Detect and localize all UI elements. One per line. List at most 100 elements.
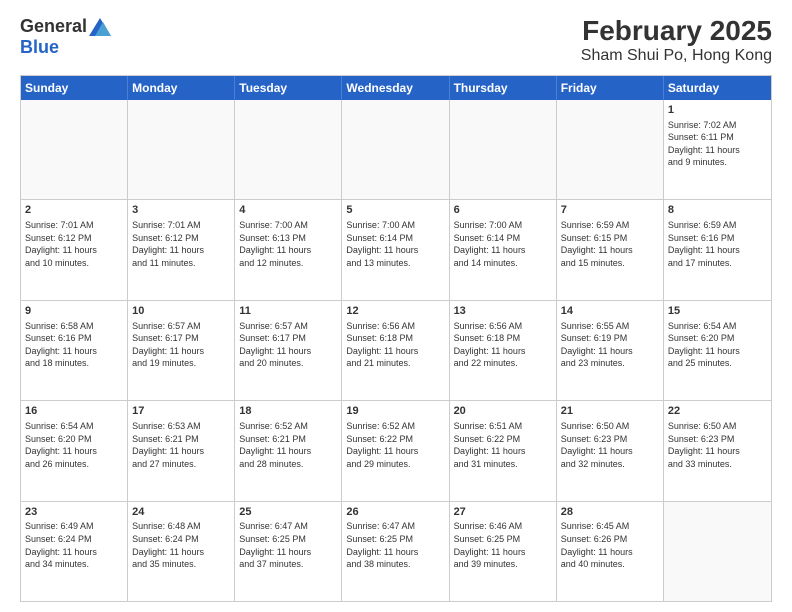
header-sunday: Sunday — [21, 76, 128, 100]
cal-cell-2-4: 13Sunrise: 6:56 AM Sunset: 6:18 PM Dayli… — [450, 301, 557, 400]
day-number: 25 — [239, 505, 337, 520]
day-info: Sunrise: 6:54 AM Sunset: 6:20 PM Dayligh… — [25, 420, 123, 470]
day-info: Sunrise: 6:53 AM Sunset: 6:21 PM Dayligh… — [132, 420, 230, 470]
logo-blue-text: Blue — [20, 37, 59, 58]
day-number: 18 — [239, 404, 337, 419]
day-info: Sunrise: 6:50 AM Sunset: 6:23 PM Dayligh… — [668, 420, 767, 470]
day-number: 5 — [346, 203, 444, 218]
day-number: 7 — [561, 203, 659, 218]
day-info: Sunrise: 6:56 AM Sunset: 6:18 PM Dayligh… — [454, 320, 552, 370]
day-number: 12 — [346, 304, 444, 319]
day-info: Sunrise: 6:45 AM Sunset: 6:26 PM Dayligh… — [561, 520, 659, 570]
calendar-row-4: 23Sunrise: 6:49 AM Sunset: 6:24 PM Dayli… — [21, 501, 771, 601]
day-info: Sunrise: 6:59 AM Sunset: 6:16 PM Dayligh… — [668, 219, 767, 269]
day-info: Sunrise: 6:51 AM Sunset: 6:22 PM Dayligh… — [454, 420, 552, 470]
cal-cell-1-2: 4Sunrise: 7:00 AM Sunset: 6:13 PM Daylig… — [235, 200, 342, 299]
day-number: 10 — [132, 304, 230, 319]
cal-cell-0-2 — [235, 100, 342, 199]
header-friday: Friday — [557, 76, 664, 100]
day-info: Sunrise: 6:46 AM Sunset: 6:25 PM Dayligh… — [454, 520, 552, 570]
cal-cell-1-1: 3Sunrise: 7:01 AM Sunset: 6:12 PM Daylig… — [128, 200, 235, 299]
cal-cell-3-4: 20Sunrise: 6:51 AM Sunset: 6:22 PM Dayli… — [450, 401, 557, 500]
day-number: 9 — [25, 304, 123, 319]
day-info: Sunrise: 6:47 AM Sunset: 6:25 PM Dayligh… — [239, 520, 337, 570]
day-number: 17 — [132, 404, 230, 419]
header-wednesday: Wednesday — [342, 76, 449, 100]
cal-cell-0-6: 1Sunrise: 7:02 AM Sunset: 6:11 PM Daylig… — [664, 100, 771, 199]
day-info: Sunrise: 6:49 AM Sunset: 6:24 PM Dayligh… — [25, 520, 123, 570]
day-number: 23 — [25, 505, 123, 520]
calendar-row-1: 2Sunrise: 7:01 AM Sunset: 6:12 PM Daylig… — [21, 199, 771, 299]
cal-cell-1-5: 7Sunrise: 6:59 AM Sunset: 6:15 PM Daylig… — [557, 200, 664, 299]
calendar-row-2: 9Sunrise: 6:58 AM Sunset: 6:16 PM Daylig… — [21, 300, 771, 400]
header-tuesday: Tuesday — [235, 76, 342, 100]
cal-cell-2-3: 12Sunrise: 6:56 AM Sunset: 6:18 PM Dayli… — [342, 301, 449, 400]
cal-cell-2-0: 9Sunrise: 6:58 AM Sunset: 6:16 PM Daylig… — [21, 301, 128, 400]
day-info: Sunrise: 7:01 AM Sunset: 6:12 PM Dayligh… — [25, 219, 123, 269]
logo: General Blue — [20, 16, 111, 58]
cal-cell-4-2: 25Sunrise: 6:47 AM Sunset: 6:25 PM Dayli… — [235, 502, 342, 601]
day-number: 16 — [25, 404, 123, 419]
day-info: Sunrise: 6:57 AM Sunset: 6:17 PM Dayligh… — [239, 320, 337, 370]
day-number: 15 — [668, 304, 767, 319]
day-info: Sunrise: 7:00 AM Sunset: 6:14 PM Dayligh… — [454, 219, 552, 269]
day-number: 11 — [239, 304, 337, 319]
cal-cell-4-5: 28Sunrise: 6:45 AM Sunset: 6:26 PM Dayli… — [557, 502, 664, 601]
logo-general-text: General — [20, 16, 87, 37]
day-number: 19 — [346, 404, 444, 419]
cal-cell-3-3: 19Sunrise: 6:52 AM Sunset: 6:22 PM Dayli… — [342, 401, 449, 500]
day-info: Sunrise: 6:48 AM Sunset: 6:24 PM Dayligh… — [132, 520, 230, 570]
day-info: Sunrise: 7:00 AM Sunset: 6:14 PM Dayligh… — [346, 219, 444, 269]
cal-cell-1-3: 5Sunrise: 7:00 AM Sunset: 6:14 PM Daylig… — [342, 200, 449, 299]
cal-cell-2-2: 11Sunrise: 6:57 AM Sunset: 6:17 PM Dayli… — [235, 301, 342, 400]
cal-cell-4-4: 27Sunrise: 6:46 AM Sunset: 6:25 PM Dayli… — [450, 502, 557, 601]
day-info: Sunrise: 6:56 AM Sunset: 6:18 PM Dayligh… — [346, 320, 444, 370]
day-info: Sunrise: 6:55 AM Sunset: 6:19 PM Dayligh… — [561, 320, 659, 370]
cal-cell-3-5: 21Sunrise: 6:50 AM Sunset: 6:23 PM Dayli… — [557, 401, 664, 500]
day-number: 26 — [346, 505, 444, 520]
day-number: 13 — [454, 304, 552, 319]
header-thursday: Thursday — [450, 76, 557, 100]
cal-cell-3-6: 22Sunrise: 6:50 AM Sunset: 6:23 PM Dayli… — [664, 401, 771, 500]
cal-cell-2-5: 14Sunrise: 6:55 AM Sunset: 6:19 PM Dayli… — [557, 301, 664, 400]
day-number: 6 — [454, 203, 552, 218]
cal-cell-2-6: 15Sunrise: 6:54 AM Sunset: 6:20 PM Dayli… — [664, 301, 771, 400]
day-number: 2 — [25, 203, 123, 218]
cal-cell-1-0: 2Sunrise: 7:01 AM Sunset: 6:12 PM Daylig… — [21, 200, 128, 299]
day-number: 21 — [561, 404, 659, 419]
title-block: February 2025 Sham Shui Po, Hong Kong — [581, 16, 772, 65]
calendar: Sunday Monday Tuesday Wednesday Thursday… — [20, 75, 772, 602]
day-number: 24 — [132, 505, 230, 520]
day-number: 22 — [668, 404, 767, 419]
header-saturday: Saturday — [664, 76, 771, 100]
day-info: Sunrise: 6:54 AM Sunset: 6:20 PM Dayligh… — [668, 320, 767, 370]
calendar-header: Sunday Monday Tuesday Wednesday Thursday… — [21, 76, 771, 100]
cal-cell-4-0: 23Sunrise: 6:49 AM Sunset: 6:24 PM Dayli… — [21, 502, 128, 601]
cal-cell-0-1 — [128, 100, 235, 199]
day-number: 3 — [132, 203, 230, 218]
cal-cell-0-4 — [450, 100, 557, 199]
day-number: 28 — [561, 505, 659, 520]
day-number: 14 — [561, 304, 659, 319]
day-info: Sunrise: 6:58 AM Sunset: 6:16 PM Dayligh… — [25, 320, 123, 370]
day-info: Sunrise: 7:02 AM Sunset: 6:11 PM Dayligh… — [668, 119, 767, 169]
header-monday: Monday — [128, 76, 235, 100]
day-number: 4 — [239, 203, 337, 218]
cal-cell-2-1: 10Sunrise: 6:57 AM Sunset: 6:17 PM Dayli… — [128, 301, 235, 400]
day-info: Sunrise: 7:01 AM Sunset: 6:12 PM Dayligh… — [132, 219, 230, 269]
calendar-body: 1Sunrise: 7:02 AM Sunset: 6:11 PM Daylig… — [21, 100, 771, 601]
page: General Blue February 2025 Sham Shui Po,… — [0, 0, 792, 612]
day-info: Sunrise: 7:00 AM Sunset: 6:13 PM Dayligh… — [239, 219, 337, 269]
day-number: 20 — [454, 404, 552, 419]
cal-cell-4-3: 26Sunrise: 6:47 AM Sunset: 6:25 PM Dayli… — [342, 502, 449, 601]
cal-cell-3-2: 18Sunrise: 6:52 AM Sunset: 6:21 PM Dayli… — [235, 401, 342, 500]
title-location: Sham Shui Po, Hong Kong — [581, 47, 772, 65]
cal-cell-4-1: 24Sunrise: 6:48 AM Sunset: 6:24 PM Dayli… — [128, 502, 235, 601]
calendar-row-3: 16Sunrise: 6:54 AM Sunset: 6:20 PM Dayli… — [21, 400, 771, 500]
cal-cell-0-5 — [557, 100, 664, 199]
cal-cell-0-0 — [21, 100, 128, 199]
title-month: February 2025 — [581, 16, 772, 47]
logo-icon — [89, 18, 111, 36]
day-info: Sunrise: 6:47 AM Sunset: 6:25 PM Dayligh… — [346, 520, 444, 570]
cal-cell-3-1: 17Sunrise: 6:53 AM Sunset: 6:21 PM Dayli… — [128, 401, 235, 500]
